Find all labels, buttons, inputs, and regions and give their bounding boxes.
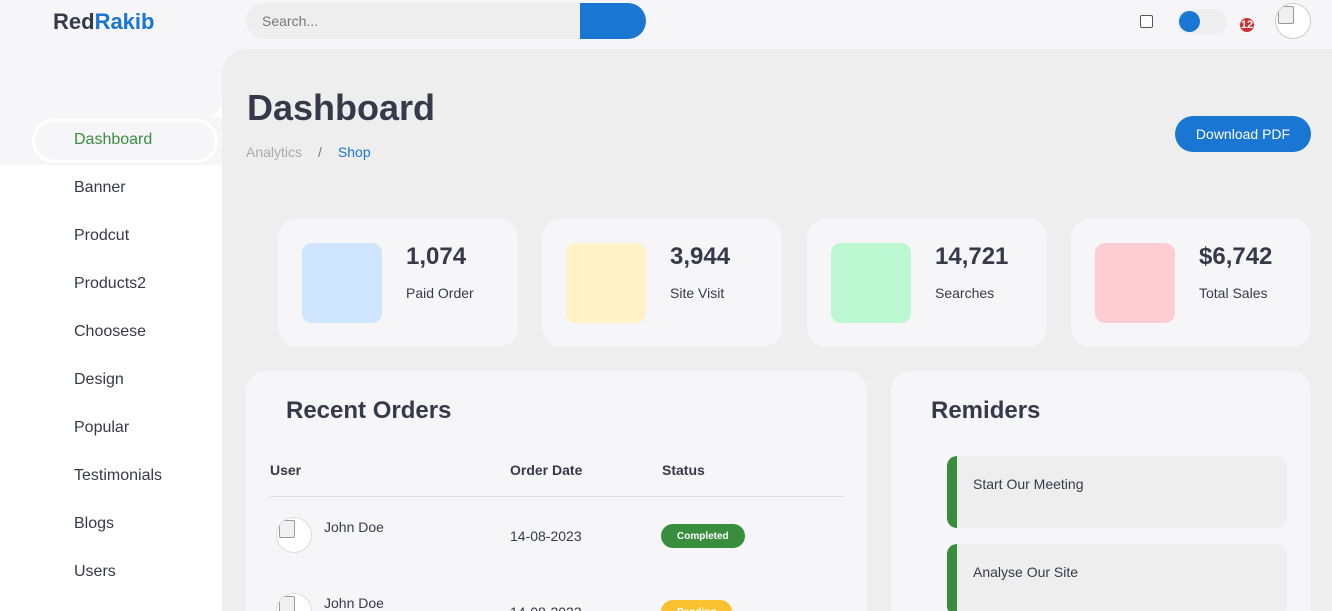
dark-mode-toggle[interactable]	[1177, 9, 1227, 34]
status-badge-completed: Completed	[661, 524, 745, 548]
stat-card-site-visit: 3,944 Site Visit	[542, 218, 782, 347]
order-date: 14-08-2023	[510, 528, 582, 544]
status-badge-pending: Pending	[661, 600, 733, 611]
theme-checkbox[interactable]	[1140, 15, 1153, 28]
table-divider	[270, 496, 844, 497]
sidebar-item-prodcut[interactable]: Prodcut	[74, 227, 129, 245]
stat-value: $6,742	[1199, 243, 1273, 270]
stat-card-searches: 14,721 Searches	[807, 218, 1047, 347]
reminder-item[interactable]: Start Our Meeting	[947, 456, 1287, 528]
reminder-label: Start Our Meeting	[973, 476, 1084, 492]
brand-part-2: Rakib	[94, 9, 155, 34]
stat-value: 1,074	[406, 243, 467, 270]
column-header-order-date: Order Date	[510, 462, 583, 478]
sidebar-item-blogs[interactable]: Blogs	[74, 515, 114, 533]
column-header-user: User	[270, 462, 302, 478]
user-avatar	[276, 593, 312, 611]
stat-icon	[302, 243, 382, 323]
order-date: 14-08-2023	[510, 604, 582, 611]
user-avatar	[276, 517, 312, 553]
search-button[interactable]	[580, 3, 646, 39]
sidebar-item-choosese[interactable]: Choosese	[74, 323, 146, 341]
stat-icon	[1095, 243, 1175, 323]
stat-icon	[831, 243, 911, 323]
sidebar-item-testimonials[interactable]: Testimonials	[74, 467, 162, 485]
stat-card-paid-order: 1,074 Paid Order	[278, 218, 518, 347]
sidebar-item-dashboard[interactable]: Dashboard	[74, 131, 152, 149]
search-form	[246, 3, 646, 39]
order-user: John Doe	[324, 519, 384, 535]
order-user: John Doe	[324, 595, 384, 611]
sidebar-item-products2[interactable]: Products2	[74, 275, 146, 293]
stat-icon	[566, 243, 646, 323]
brand-logo[interactable]: RedRakib	[53, 9, 154, 35]
reminders-panel: Remiders Start Our Meeting Analyse Our S…	[891, 371, 1311, 611]
stat-label: Site Visit	[670, 285, 725, 301]
stat-label: Paid Order	[406, 285, 474, 301]
sidebar-item-design[interactable]: Design	[74, 371, 124, 389]
stat-value: 14,721	[935, 243, 1009, 270]
recent-orders-title: Recent Orders	[286, 397, 452, 424]
search-input[interactable]	[246, 3, 580, 39]
sidebar-item-users[interactable]: Users	[74, 563, 116, 581]
breadcrumb-shop[interactable]: Shop	[338, 144, 371, 160]
sidebar-item-popular[interactable]: Popular	[74, 419, 129, 437]
reminders-title: Remiders	[931, 397, 1041, 424]
stat-label: Searches	[935, 285, 995, 301]
reminder-item[interactable]: Analyse Our Site	[947, 544, 1287, 611]
profile-avatar[interactable]	[1275, 3, 1311, 39]
brand-part-1: Red	[53, 9, 95, 34]
stat-card-total-sales: $6,742 Total Sales	[1071, 218, 1311, 347]
sidebar-item-banner[interactable]: Banner	[74, 179, 126, 197]
page-title: Dashboard	[247, 87, 436, 128]
notification-badge[interactable]: 12	[1239, 17, 1255, 33]
download-pdf-button[interactable]: Download PDF	[1175, 116, 1311, 152]
breadcrumb-separator: /	[318, 144, 322, 160]
reminder-label: Analyse Our Site	[973, 564, 1079, 580]
toggle-knob	[1179, 11, 1200, 32]
breadcrumb-analytics[interactable]: Analytics	[246, 144, 302, 160]
stat-label: Total Sales	[1199, 285, 1268, 301]
breadcrumb: Analytics / Shop	[246, 144, 371, 160]
column-header-status: Status	[662, 462, 705, 478]
recent-orders-panel: Recent Orders User Order Date Status Joh…	[246, 371, 867, 611]
stat-value: 3,944	[670, 243, 731, 270]
